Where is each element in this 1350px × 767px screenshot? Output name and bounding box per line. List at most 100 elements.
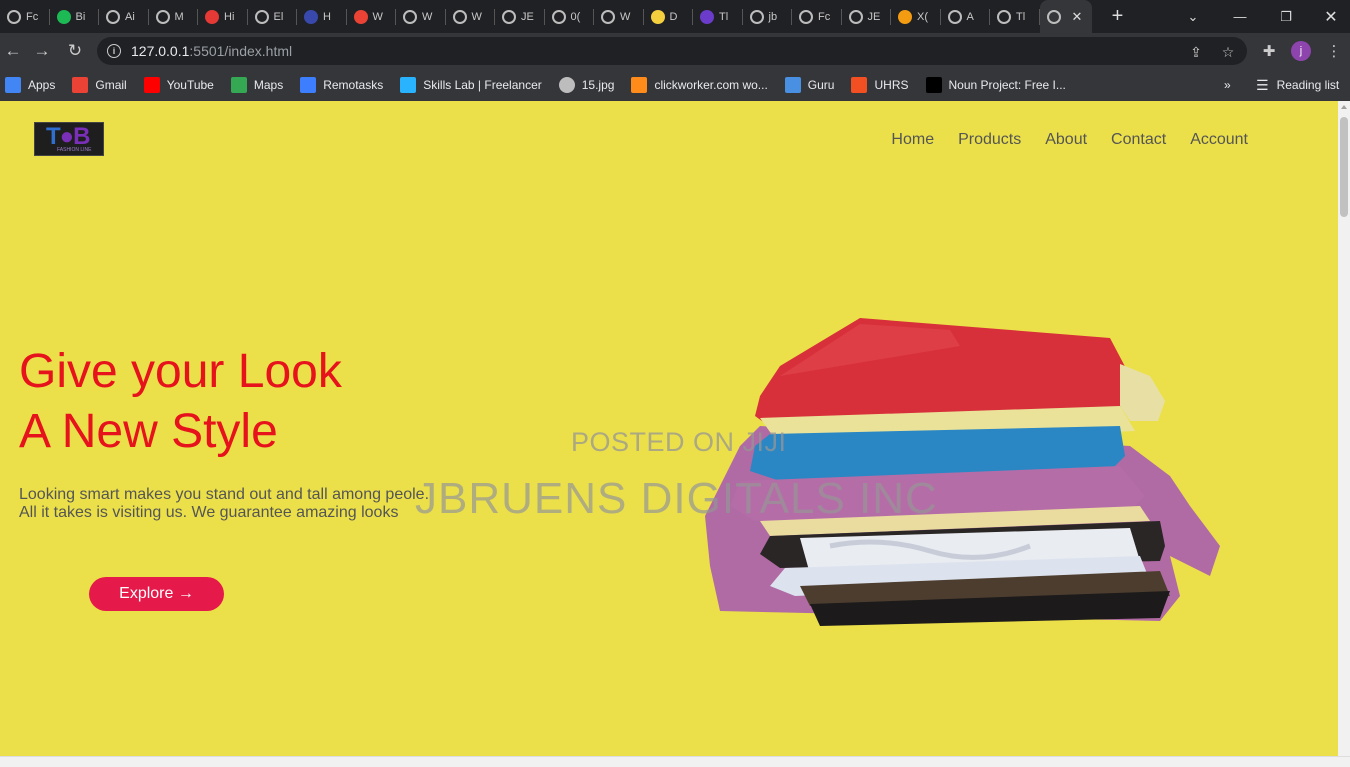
bookmark-item[interactable]: clickworker.com wo... <box>631 77 768 93</box>
tab-label: Fc <box>26 10 39 23</box>
globe-icon <box>7 9 21 24</box>
browser-tab[interactable]: X( <box>891 0 941 33</box>
browser-tab[interactable]: M <box>149 0 199 33</box>
bookmarks-overflow-icon[interactable]: » <box>1224 69 1231 101</box>
bookmark-item[interactable]: Skills Lab | Freelancer <box>400 77 542 93</box>
bookmark-item[interactable]: Remotasks <box>300 77 383 93</box>
browser-tab[interactable]: jb <box>743 0 793 33</box>
tab-label: Fc <box>818 10 831 23</box>
explore-button[interactable]: Explore → <box>89 577 224 611</box>
browser-tab[interactable]: D <box>644 0 694 33</box>
browser-tab[interactable]: W <box>446 0 496 33</box>
brand-logo[interactable]: T●B FASHION LINE <box>34 122 104 156</box>
close-window-icon[interactable]: ✕ <box>1308 0 1350 33</box>
browser-tab[interactable]: W <box>396 0 446 33</box>
restore-icon[interactable]: ❐ <box>1263 0 1309 33</box>
reading-list-button[interactable]: ☰ Reading list <box>1256 69 1339 101</box>
menu-kebab-icon[interactable]: ⋮ <box>1321 38 1347 64</box>
reading-list-icon: ☰ <box>1256 76 1269 93</box>
browser-tab[interactable]: Tl <box>693 0 743 33</box>
tab-label: D <box>669 10 678 23</box>
bookmark-item[interactable]: YouTube <box>143 77 214 93</box>
url-path: :5501/index.html <box>189 43 293 59</box>
back-icon[interactable]: ← <box>0 39 26 63</box>
browser-tab[interactable]: Fc <box>0 0 50 33</box>
address-bar[interactable]: i 127.0.0.1:5501/index.html ⇪ ☆ <box>97 37 1247 65</box>
globe-icon <box>601 9 615 24</box>
browser-tab[interactable]: El <box>248 0 298 33</box>
bookmark-item[interactable]: Maps <box>230 77 283 93</box>
main-nav: Home Products About Contact Account <box>891 131 1248 149</box>
nav-about[interactable]: About <box>1045 131 1087 149</box>
browser-tab[interactable]: 0( <box>545 0 595 33</box>
browser-tab[interactable]: H <box>297 0 347 33</box>
vertical-scrollbar[interactable] <box>1338 101 1350 756</box>
guru-icon <box>784 77 801 93</box>
bookmark-item[interactable]: 15.jpg <box>558 77 615 93</box>
gmail-icon <box>353 9 368 24</box>
browser-tab[interactable]: Fc <box>792 0 842 33</box>
tab-search-icon[interactable]: ⌄ <box>1170 0 1216 33</box>
tab-label: Tl <box>1016 10 1026 23</box>
microsoft-icon <box>851 77 868 93</box>
tab-label: Hi <box>224 10 235 23</box>
gmail-icon <box>72 77 89 93</box>
site-info-icon[interactable]: i <box>107 44 121 58</box>
bookmark-item[interactable]: Apps <box>5 77 55 93</box>
minimize-icon[interactable]: — <box>1217 0 1263 33</box>
bookmark-label: Guru <box>807 78 835 92</box>
bookmark-item[interactable]: Guru <box>784 77 835 93</box>
bookmark-item[interactable]: Gmail <box>72 77 127 93</box>
browser-tab[interactable]: A <box>941 0 991 33</box>
blue-circle-icon <box>304 9 318 24</box>
bookmark-item[interactable]: UHRS <box>851 77 909 93</box>
globe-icon <box>749 9 764 24</box>
extensions-icon[interactable]: ✚ <box>1256 38 1282 64</box>
maps-icon <box>230 77 247 93</box>
bookmark-label: Apps <box>28 78 56 92</box>
watermark-company: JBRUENS DIGITALS INC <box>415 474 938 523</box>
nav-account[interactable]: Account <box>1190 131 1248 149</box>
new-tab-icon[interactable]: + <box>1105 5 1131 28</box>
remotasks-icon <box>300 77 317 93</box>
green-app-icon <box>56 9 71 24</box>
bookmark-item[interactable]: Noun Project: Free I... <box>925 77 1066 93</box>
browser-tab[interactable]: W <box>347 0 397 33</box>
bookmark-label: 15.jpg <box>581 78 615 92</box>
globe-icon <box>551 9 566 24</box>
noun-project-icon <box>925 77 942 93</box>
bookmark-label: Noun Project: Free I... <box>948 78 1066 92</box>
browser-tab[interactable]: Bi <box>50 0 100 33</box>
profile-avatar[interactable]: j <box>1288 38 1314 64</box>
browser-tab[interactable]: JE <box>842 0 892 33</box>
share-icon[interactable]: ⇪ <box>1187 43 1205 61</box>
nav-contact[interactable]: Contact <box>1111 131 1166 149</box>
hero-text-line1: Looking smart makes you stand out and ta… <box>19 486 430 503</box>
browser-tab[interactable]: Ai <box>99 0 149 33</box>
nav-home[interactable]: Home <box>891 131 934 149</box>
tab-label: H <box>323 10 331 23</box>
hero-title-line1: Give your Look <box>19 345 342 398</box>
browser-tab[interactable]: W <box>594 0 644 33</box>
bookmark-star-icon[interactable]: ☆ <box>1219 43 1237 61</box>
profile-initial: j <box>1291 41 1311 61</box>
toolbar: ← → ↻ i 127.0.0.1:5501/index.html ⇪ ☆ ✚ … <box>0 33 1350 69</box>
globe-icon <box>106 9 120 24</box>
globe-icon <box>155 9 170 24</box>
globe-icon <box>254 9 269 24</box>
nav-products[interactable]: Products <box>958 131 1021 149</box>
scroll-up-icon[interactable] <box>1341 105 1347 109</box>
globe-icon <box>1046 9 1061 24</box>
browser-tab[interactable]: Hi <box>198 0 248 33</box>
page-viewport: T●B FASHION LINE Home Products About Con… <box>0 101 1338 756</box>
scrollbar-thumb[interactable] <box>1340 117 1348 217</box>
url-text[interactable]: 127.0.0.1:5501/index.html <box>131 43 292 59</box>
browser-tab[interactable]: Tl <box>990 0 1040 33</box>
freelancer-icon <box>400 77 417 93</box>
tab-close-icon[interactable]: ✕ <box>1072 9 1083 25</box>
yellow-link-icon <box>650 9 665 24</box>
reload-icon[interactable]: ↻ <box>62 39 88 63</box>
forward-icon[interactable]: → <box>29 39 55 63</box>
browser-tab[interactable]: JE <box>495 0 545 33</box>
browser-tab[interactable]: ✕ <box>1039 0 1092 33</box>
